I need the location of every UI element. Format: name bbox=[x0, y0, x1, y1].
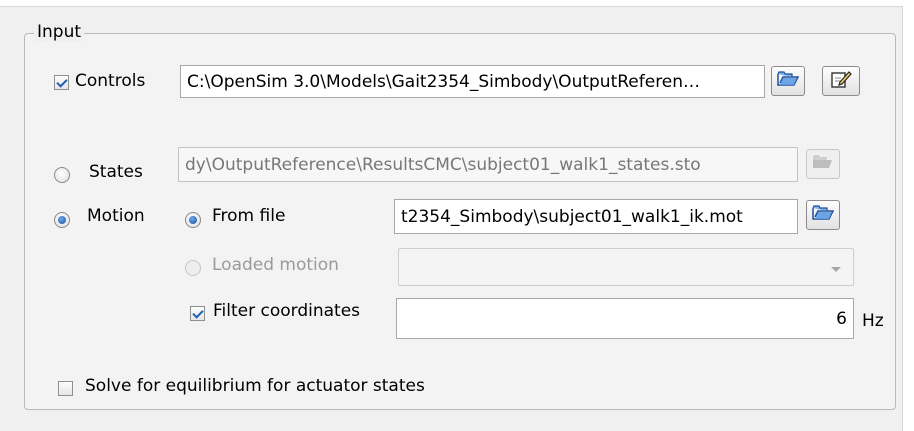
filter-coordinates-checkbox[interactable] bbox=[190, 306, 205, 321]
equilibrium-label[interactable]: Solve for equilibrium for actuator state… bbox=[85, 376, 425, 396]
states-path-field: dy\OutputReference\ResultsCMC\subject01_… bbox=[178, 147, 798, 182]
from-file-label[interactable]: From file bbox=[212, 206, 285, 226]
loaded-motion-label: Loaded motion bbox=[212, 255, 339, 275]
right-edge bbox=[902, 6, 914, 431]
loaded-motion-combo bbox=[398, 248, 854, 286]
controls-path-field[interactable]: C:\OpenSim 3.0\Models\Gait2354_Simbody\O… bbox=[180, 65, 765, 98]
motion-radio[interactable] bbox=[54, 212, 70, 228]
equilibrium-checkbox[interactable] bbox=[58, 381, 73, 396]
filter-coordinates-label[interactable]: Filter coordinates bbox=[213, 301, 360, 321]
folder-open-icon bbox=[812, 204, 835, 226]
motion-label[interactable]: Motion bbox=[87, 206, 145, 226]
input-group-title: Input bbox=[34, 22, 85, 42]
controls-open-button[interactable] bbox=[771, 66, 805, 96]
folder-open-icon bbox=[812, 154, 834, 175]
controls-checkbox[interactable] bbox=[54, 75, 69, 90]
states-open-button bbox=[806, 149, 840, 179]
states-radio[interactable] bbox=[54, 167, 70, 183]
top-edge bbox=[0, 0, 914, 7]
filter-unit-label: Hz bbox=[862, 311, 884, 331]
filter-frequency-field[interactable]: 6 bbox=[396, 298, 854, 339]
motion-file-path-field[interactable]: t2354_Simbody\subject01_walk1_ik.mot bbox=[394, 199, 798, 234]
edit-icon bbox=[830, 69, 852, 94]
from-file-radio[interactable] bbox=[185, 212, 201, 228]
controls-label[interactable]: Controls bbox=[75, 71, 145, 91]
motion-open-button[interactable] bbox=[806, 200, 840, 230]
folder-open-icon bbox=[777, 70, 800, 92]
loaded-motion-radio bbox=[185, 260, 201, 276]
controls-edit-button[interactable] bbox=[822, 66, 860, 96]
states-label[interactable]: States bbox=[89, 162, 143, 182]
chevron-down-icon bbox=[831, 267, 841, 272]
